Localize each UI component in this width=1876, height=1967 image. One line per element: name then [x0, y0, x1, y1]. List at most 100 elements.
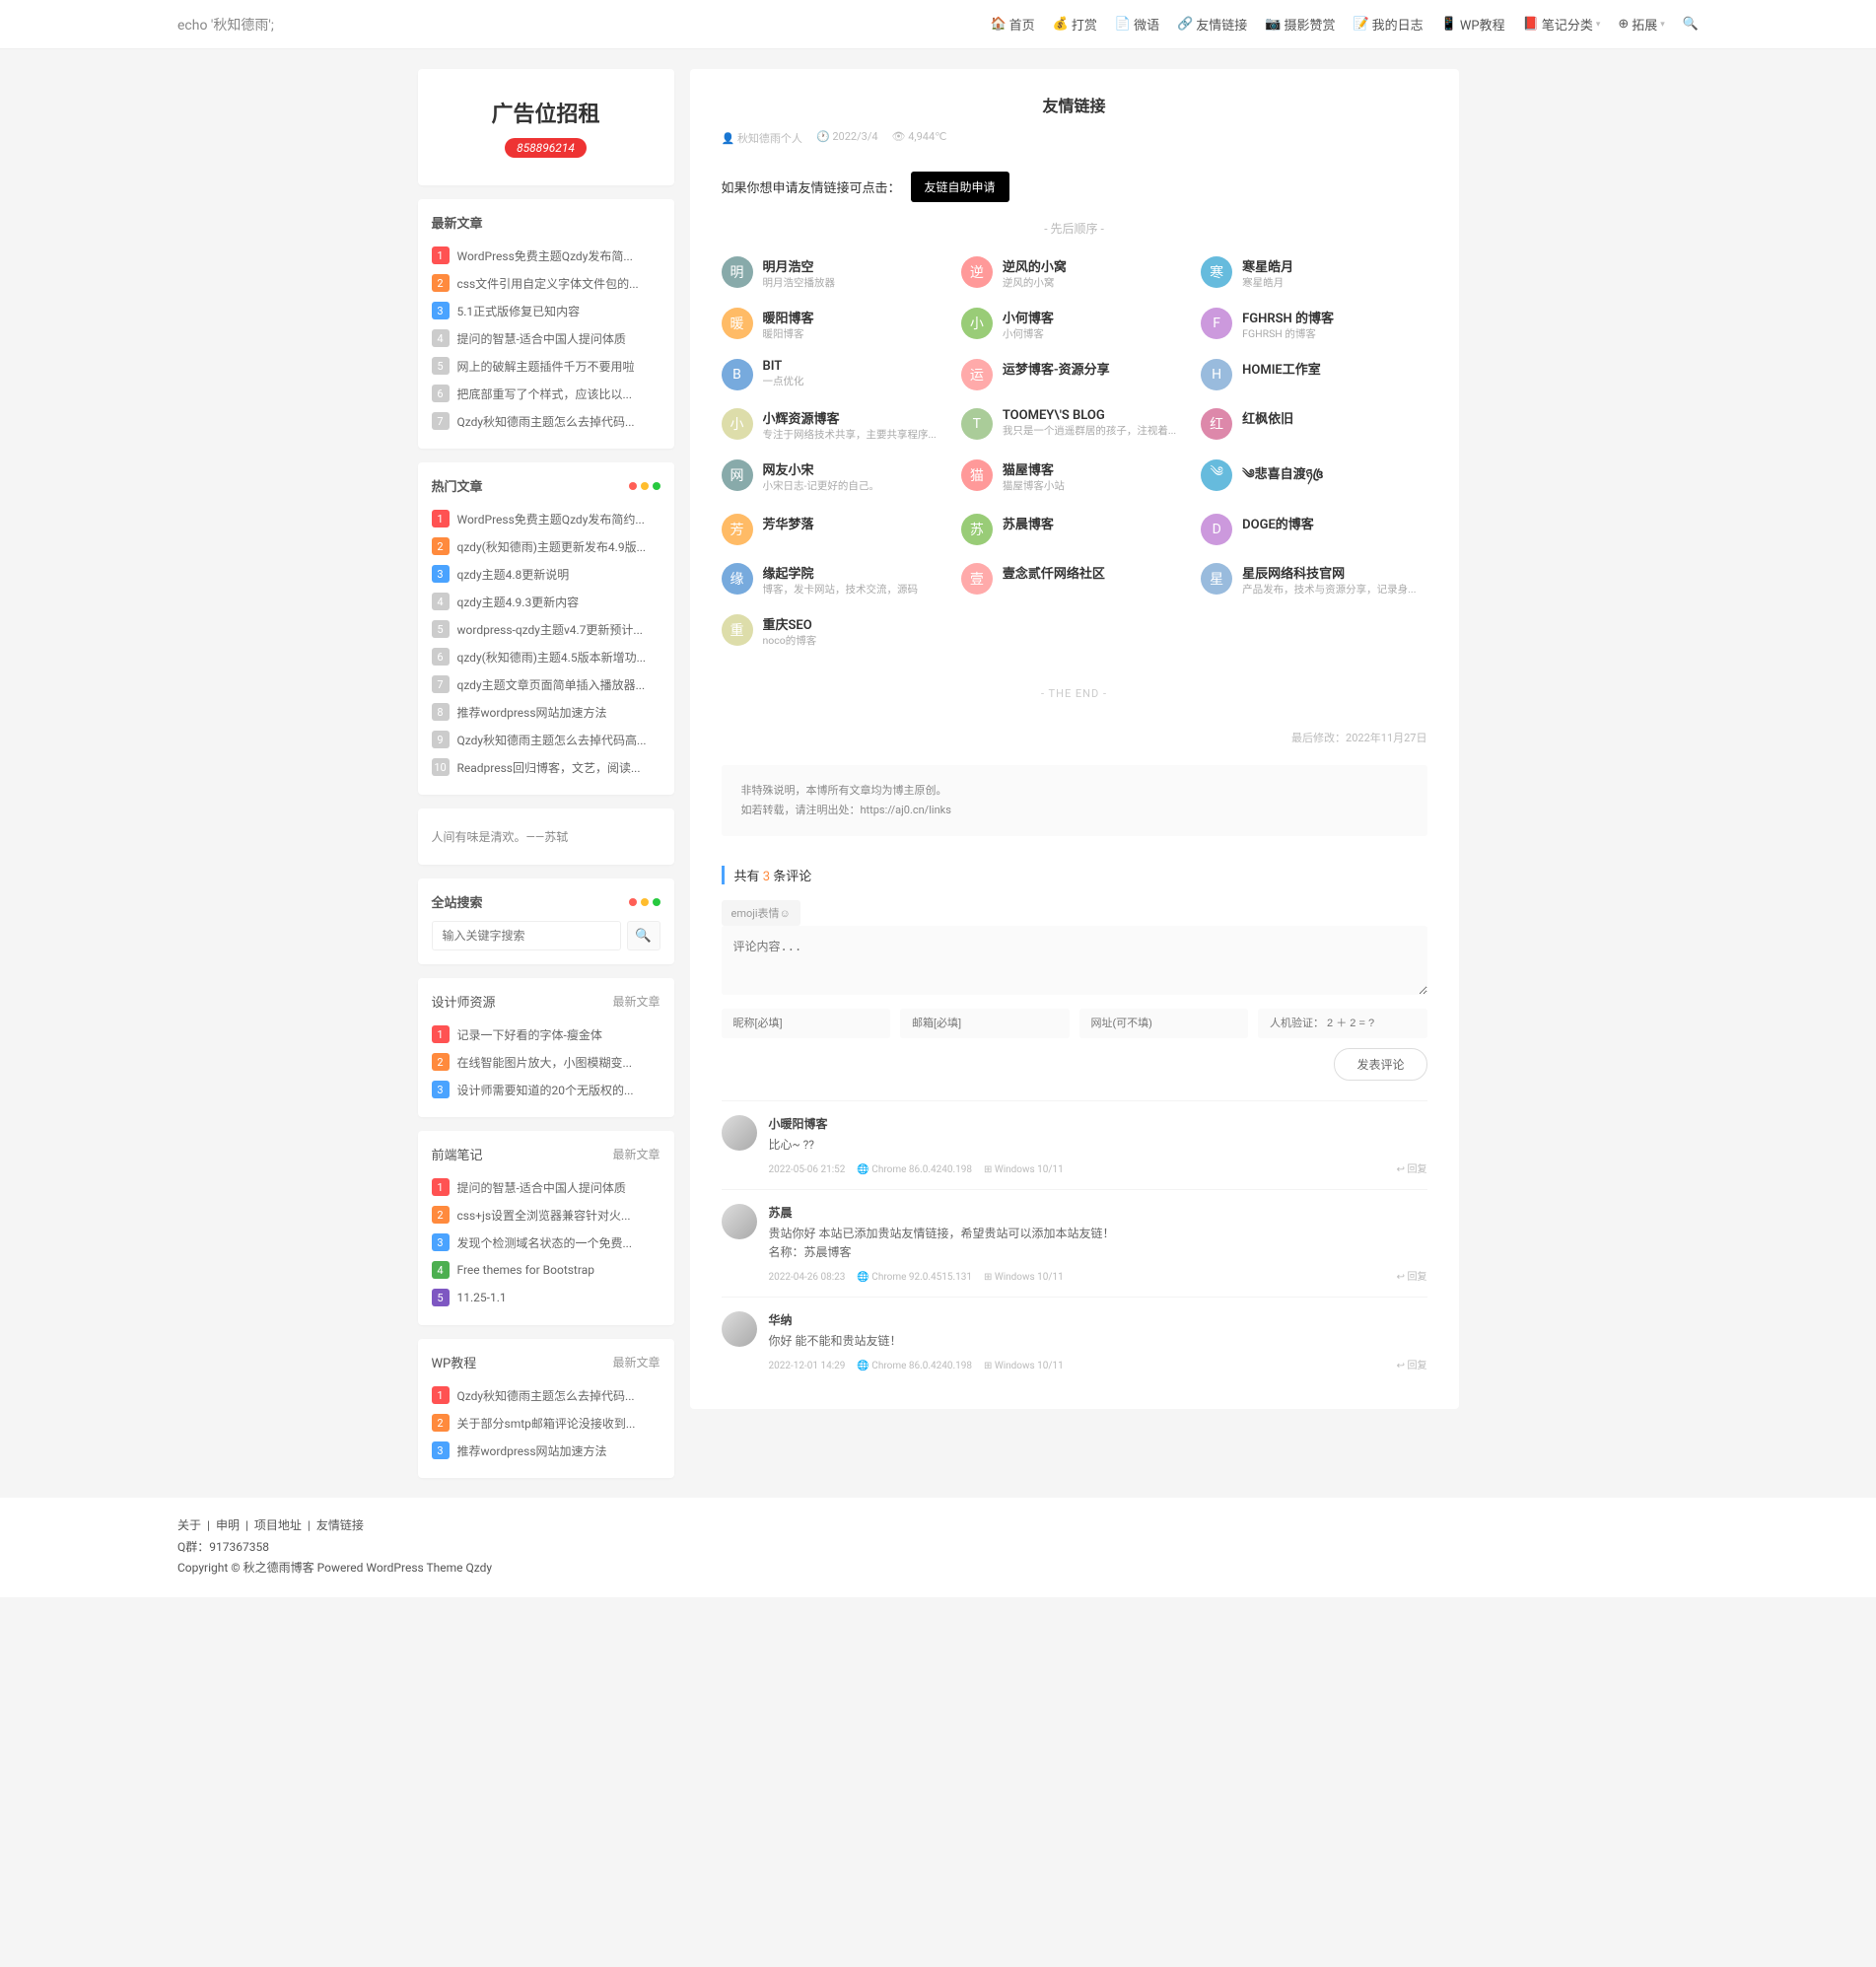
friend-link[interactable]: 苏 苏晨博客: [961, 514, 1187, 545]
friend-link[interactable]: 明 明月浩空 明月浩空播放器: [722, 256, 947, 290]
list-item[interactable]: 1WordPress免费主题Qzdy发布简约...: [432, 505, 660, 532]
list-item[interactable]: 1Qzdy秋知德雨主题怎么去掉代码...: [432, 1381, 660, 1409]
friend-link[interactable]: 缘 缘起学院 博客，发卡网站，技术交流，源码: [722, 563, 947, 597]
list-item[interactable]: 4qzdy主题4.9.3更新内容: [432, 588, 660, 615]
list-item[interactable]: 2在线智能图片放大，小图模糊变...: [432, 1048, 660, 1076]
footer-link[interactable]: 友情链接: [316, 1515, 364, 1537]
list-item[interactable]: 3qzdy主题4.8更新说明: [432, 560, 660, 588]
friend-link[interactable]: ༄ ༄悲喜自渡ཉ꧔ꦿ: [1201, 459, 1426, 496]
emoji-button[interactable]: emoji表情☺: [722, 900, 800, 926]
comment-author[interactable]: 苏晨: [769, 1204, 1427, 1221]
list-item[interactable]: 7Qzdy秋知德雨主题怎么去掉代码...: [432, 407, 660, 435]
comment-meta: 2022-04-26 08:23🌐 Chrome 92.0.4515.131⊞ …: [769, 1272, 1064, 1283]
friend-link[interactable]: T TOOMEY\'S BLOG 我只是一个逍遥群居的孩子，注视着...: [961, 408, 1187, 442]
ad-card[interactable]: 广告位招租 858896214: [418, 69, 674, 185]
notice-url[interactable]: https://aj0.cn/links: [861, 804, 951, 816]
friend-link[interactable]: 逆 逆风的小窝 逆风的小窝: [961, 256, 1187, 290]
comment-author[interactable]: 小暖阳博客: [769, 1115, 1427, 1132]
list-item[interactable]: 6qzdy(秋知德雨)主题4.5版本新增功...: [432, 643, 660, 670]
list-item[interactable]: 5wordpress-qzdy主题v4.7更新预计...: [432, 615, 660, 643]
list-item[interactable]: 10Readpress回归博客，文艺，阅读...: [432, 753, 660, 781]
nav-item[interactable]: 🏠首页: [990, 15, 1034, 34]
nav-item[interactable]: 📱WP教程: [1441, 15, 1505, 34]
site-logo[interactable]: echo '秋知德雨';: [177, 15, 274, 35]
nav-item[interactable]: 💰打赏: [1053, 15, 1097, 34]
friend-link[interactable]: 网 网友小宋 小宋日志-记更好的自己。: [722, 459, 947, 496]
notice-line2: 如若转载，请注明出处：https://aj0.cn/links: [741, 801, 1408, 820]
latest-title: 最新文章: [432, 213, 660, 232]
list-item[interactable]: 2关于部分smtp邮箱评论没接收到...: [432, 1409, 660, 1437]
list-item[interactable]: 1记录一下好看的字体-瘦金体: [432, 1020, 660, 1048]
rank-number: 3: [432, 1233, 450, 1251]
friend-link[interactable]: F FGHRSH 的博客 FGHRSH 的博客: [1201, 308, 1426, 341]
comment-textarea[interactable]: [722, 926, 1427, 995]
reply-button[interactable]: ↩ 回复: [1397, 1160, 1427, 1175]
submit-comment-button[interactable]: 发表评论: [1334, 1048, 1426, 1081]
nav-item[interactable]: ⊕拓展▾: [1618, 15, 1664, 34]
friend-link[interactable]: 小 小何博客 小何博客: [961, 308, 1187, 341]
list-item[interactable]: 3设计师需要知道的20个无版权的...: [432, 1076, 660, 1103]
list-item-label: Qzdy秋知德雨主题怎么去掉代码...: [457, 1387, 635, 1404]
footer-link[interactable]: 关于: [177, 1515, 201, 1537]
apply-button[interactable]: 友链自助申请: [911, 172, 1009, 202]
friend-link[interactable]: D DOGE的博客: [1201, 514, 1426, 545]
the-end: - THE END -: [722, 687, 1427, 700]
list-item[interactable]: 3推荐wordpress网站加速方法: [432, 1437, 660, 1464]
nav-label: 摄影赞赏: [1284, 15, 1335, 34]
friend-link[interactable]: 小 小辉资源博客 专注于网络技术共享，主要共享程序...: [722, 408, 947, 442]
links-grid: 明 明月浩空 明月浩空播放器逆 逆风的小窝 逆风的小窝寒 寒星皓月 寒星皓月暖 …: [722, 256, 1427, 648]
friend-link[interactable]: 寒 寒星皓月 寒星皓月: [1201, 256, 1426, 290]
reply-button[interactable]: ↩ 回复: [1397, 1357, 1427, 1371]
friend-link[interactable]: 红 红枫依旧: [1201, 408, 1426, 442]
friend-link[interactable]: 运 运梦博客-资源分享: [961, 359, 1187, 390]
friend-link[interactable]: 芳 芳华梦落: [722, 514, 947, 545]
nick-input[interactable]: [722, 1009, 891, 1038]
search-input[interactable]: [432, 921, 621, 950]
search-icon[interactable]: 🔍: [1683, 17, 1699, 32]
ad-title: 广告位招租: [432, 97, 660, 128]
designer-title: 设计师资源: [432, 992, 496, 1011]
search-button[interactable]: 🔍: [627, 921, 660, 950]
list-item[interactable]: 1WordPress免费主题Qzdy发布简...: [432, 242, 660, 269]
list-item[interactable]: 511.25-1.1: [432, 1284, 660, 1311]
more-link[interactable]: 最新文章: [612, 993, 660, 1010]
list-item[interactable]: 6把底部重写了个样式，应该比以...: [432, 380, 660, 407]
list-item[interactable]: 2qzdy(秋知德雨)主题更新发布4.9版...: [432, 532, 660, 560]
captcha-input[interactable]: [1258, 1009, 1427, 1038]
list-item[interactable]: 35.1正式版修复已知内容: [432, 297, 660, 324]
url-input[interactable]: [1079, 1009, 1249, 1038]
friend-link[interactable]: 壹 壹念贰仟网络社区: [961, 563, 1187, 597]
more-link[interactable]: 最新文章: [612, 1146, 660, 1162]
email-input[interactable]: [900, 1009, 1070, 1038]
list-item[interactable]: 8推荐wordpress网站加速方法: [432, 698, 660, 726]
nav-item[interactable]: 📝我的日志: [1353, 15, 1423, 34]
list-item[interactable]: 2css+js设置全浏览器兼容针对火...: [432, 1201, 660, 1229]
comment-author[interactable]: 华纳: [769, 1311, 1427, 1328]
list-item[interactable]: 4Free themes for Bootstrap: [432, 1256, 660, 1284]
friend-link[interactable]: 猫 猫屋博客 猫屋博客小站: [961, 459, 1187, 496]
list-item[interactable]: 1提问的智慧-适合中国人提问体质: [432, 1173, 660, 1201]
list-item[interactable]: 2css文件引用自定义字体文件包的...: [432, 269, 660, 297]
nav-item[interactable]: 📷摄影赞赏: [1265, 15, 1335, 34]
nav-item[interactable]: 📄微语: [1115, 15, 1159, 34]
friend-link[interactable]: 暖 暖阳博客 暖阳博客: [722, 308, 947, 341]
list-item[interactable]: 3发现个检测域名状态的一个免费...: [432, 1229, 660, 1256]
footer-link[interactable]: 项目地址: [254, 1515, 302, 1537]
list-item[interactable]: 9Qzdy秋知德雨主题怎么去掉代码高...: [432, 726, 660, 753]
list-item[interactable]: 5网上的破解主题插件千万不要用啦: [432, 352, 660, 380]
list-item[interactable]: 4提问的智慧-适合中国人提问体质: [432, 324, 660, 352]
list-item-label: qzdy主题4.8更新说明: [457, 566, 570, 583]
list-item[interactable]: 7qzdy主题文章页面简单插入播放器...: [432, 670, 660, 698]
footer-link[interactable]: 申明: [216, 1515, 240, 1537]
friend-link[interactable]: B BIT 一点优化: [722, 359, 947, 390]
nav-item[interactable]: 🔗友情链接: [1177, 15, 1247, 34]
nav-item[interactable]: 📕笔记分类▾: [1523, 15, 1601, 34]
friend-link[interactable]: 重 重庆SEO noco的博客: [722, 614, 947, 648]
more-link[interactable]: 最新文章: [612, 1354, 660, 1370]
list-item-label: Qzdy秋知德雨主题怎么去掉代码高...: [457, 732, 647, 748]
list-item-label: Free themes for Bootstrap: [457, 1263, 594, 1277]
friend-link[interactable]: H HOMIE工作室: [1201, 359, 1426, 390]
friend-link[interactable]: 星 星辰网络科技官网 产品发布，技术与资源分享，记录身...: [1201, 563, 1426, 597]
reply-button[interactable]: ↩ 回复: [1397, 1268, 1427, 1283]
link-desc: 专注于网络技术共享，主要共享程序...: [763, 427, 947, 442]
